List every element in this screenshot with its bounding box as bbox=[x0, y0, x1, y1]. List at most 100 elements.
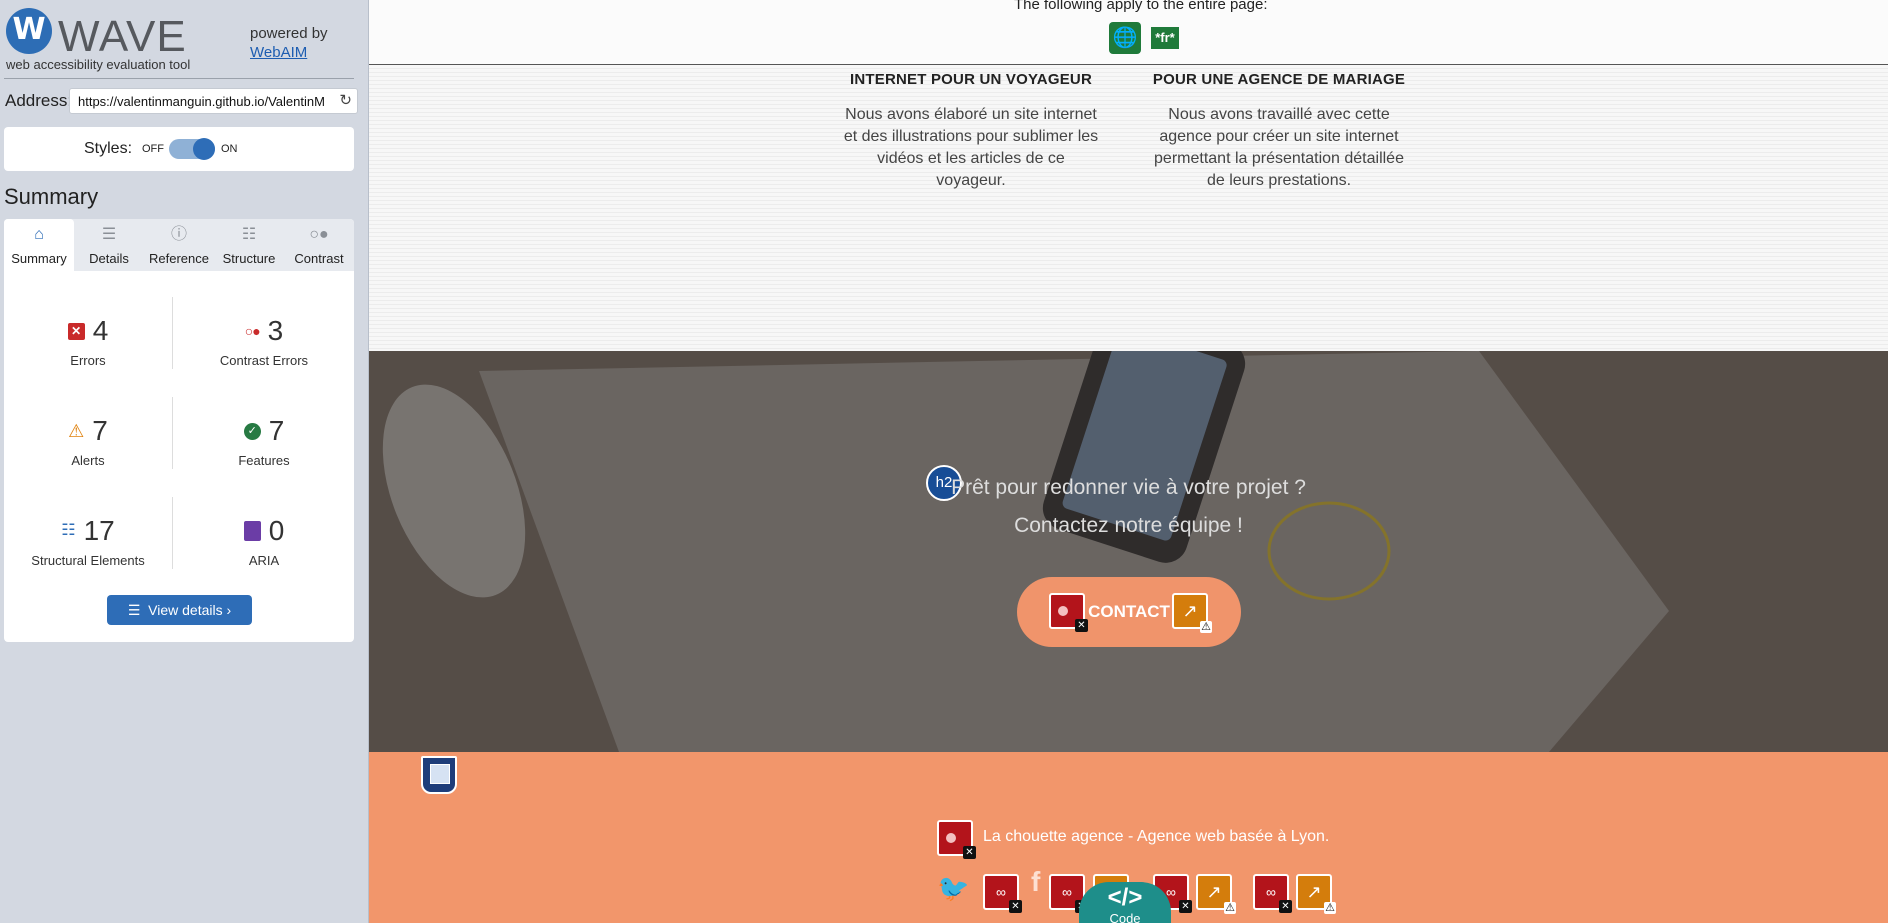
tab-label: Structure bbox=[222, 251, 276, 266]
view-details-label: View details › bbox=[148, 602, 232, 618]
tab-contrast[interactable]: ○● Contrast bbox=[284, 219, 354, 271]
powered-by: powered by WebAIM bbox=[250, 24, 328, 62]
address-input[interactable]: https://valentinmanguin.github.io/Valent… bbox=[69, 88, 358, 114]
wave-alert-icon[interactable]: ↗ ⚠ bbox=[1296, 874, 1336, 914]
error-icon: ✕ bbox=[67, 322, 85, 340]
error-mark-icon: ✕ bbox=[963, 846, 976, 859]
summary-panel: ⌂ Summary ☰ Details ⓘ Reference ☷ Struct… bbox=[4, 219, 354, 642]
warning-mark-icon: ⚠ bbox=[1324, 902, 1336, 914]
list-icon: ☰ bbox=[127, 602, 149, 618]
stat-features[interactable]: ✓ 7 Features bbox=[182, 415, 346, 481]
styles-toggle[interactable] bbox=[169, 138, 215, 160]
service-card: POUR UNE AGENCE DE MARIAGE Nous avons tr… bbox=[1150, 71, 1408, 192]
errors-label: Errors bbox=[70, 353, 106, 368]
error-mark-icon: ✕ bbox=[1279, 900, 1292, 913]
hierarchy-icon: ☷ bbox=[241, 226, 257, 243]
wave-error-icon[interactable]: ✕ bbox=[937, 820, 976, 859]
webaim-link[interactable]: WebAIM bbox=[250, 43, 328, 62]
address-label: Address: bbox=[5, 91, 73, 110]
service-text: Nous avons travaillé avec cette agence p… bbox=[1154, 106, 1404, 189]
contrast-error-icon: ○● bbox=[244, 323, 261, 339]
list-icon: ☰ bbox=[101, 226, 117, 243]
features-count: 7 bbox=[268, 415, 285, 446]
divider bbox=[4, 78, 354, 79]
service-card: INTERNET POUR UN VOYAGEUR Nous avons éla… bbox=[842, 71, 1100, 192]
view-details-button[interactable]: ☰ View details › bbox=[107, 595, 252, 625]
alerts-label: Alerts bbox=[71, 453, 105, 468]
powered-by-label: powered by bbox=[250, 25, 328, 42]
feature-icon: ✓ bbox=[243, 422, 261, 440]
structure-icon: ☷ bbox=[61, 522, 76, 539]
wave-logo-word: WAVE bbox=[58, 12, 187, 61]
stat-aria[interactable]: 0 ARIA bbox=[182, 515, 346, 581]
tab-label: Contrast bbox=[294, 251, 344, 266]
alerts-count: 7 bbox=[92, 415, 108, 446]
hero-line-2: Contactez notre équipe ! bbox=[1014, 514, 1243, 537]
styles-label: Styles: bbox=[84, 140, 133, 157]
page-level-notice: The following apply to the entire page: bbox=[1014, 0, 1268, 13]
language-badge[interactable]: *fr* bbox=[1151, 27, 1179, 49]
facebook-icon[interactable]: f bbox=[1031, 866, 1040, 898]
tab-details[interactable]: ☰ Details bbox=[74, 219, 144, 271]
footer-tagline: La chouette agence - Agence web basée à … bbox=[983, 828, 1330, 845]
service-title: INTERNET POUR UN VOYAGEUR bbox=[850, 71, 1092, 88]
hero-heading: Prêt pour redonner vie à votre projet ? … bbox=[369, 469, 1888, 545]
stat-alerts[interactable]: ⚠ 7 Alerts bbox=[6, 415, 170, 481]
wave-tagline: web accessibility evaluation tool bbox=[6, 57, 191, 72]
tab-label: Details bbox=[89, 251, 129, 266]
error-mark-icon: ✕ bbox=[1075, 619, 1088, 632]
warning-mark-icon: ⚠ bbox=[1200, 621, 1212, 633]
home-icon: ⌂ bbox=[34, 226, 44, 243]
wave-sidebar: W WAVE web accessibility evaluation tool… bbox=[0, 0, 369, 923]
styles-off-label: OFF bbox=[142, 143, 164, 155]
wave-alert-icon[interactable]: ↗ ⚠ bbox=[1172, 593, 1212, 633]
reload-icon[interactable]: ↻ bbox=[339, 93, 352, 109]
hero-line-1: Prêt pour redonner vie à votre projet ? bbox=[951, 476, 1306, 499]
twitter-icon[interactable]: 🐦 bbox=[937, 873, 969, 904]
structural-count: 17 bbox=[83, 515, 115, 546]
errors-count: 4 bbox=[92, 315, 109, 346]
service-title: POUR UNE AGENCE DE MARIAGE bbox=[1152, 71, 1406, 88]
features-label: Features bbox=[238, 453, 290, 468]
page-level-icons-bar: The following apply to the entire page: … bbox=[369, 0, 1888, 65]
contrast-icon: ○● bbox=[309, 226, 329, 243]
info-icon: ⓘ bbox=[170, 226, 187, 243]
aria-label: ARIA bbox=[248, 553, 280, 568]
wave-logo: W WAVE web accessibility evaluation tool… bbox=[4, 6, 354, 74]
code-toggle-button[interactable]: </> Code bbox=[1079, 882, 1171, 923]
summary-heading: Summary bbox=[4, 184, 99, 209]
contrast-errors-label: Contrast Errors bbox=[219, 353, 309, 368]
aria-count: 0 bbox=[268, 515, 285, 546]
wave-logo-icon: W bbox=[6, 8, 52, 54]
divider bbox=[172, 497, 173, 569]
tab-structure[interactable]: ☷ Structure bbox=[214, 219, 284, 271]
hero-background-image bbox=[369, 351, 1888, 752]
code-icon: </> bbox=[1107, 884, 1143, 911]
tab-summary[interactable]: ⌂ Summary bbox=[4, 219, 74, 271]
code-label: Code bbox=[1109, 911, 1141, 923]
panel-tabs: ⌂ Summary ☰ Details ⓘ Reference ☷ Struct… bbox=[4, 219, 354, 271]
styles-toggle-box: Styles: OFF ON bbox=[4, 127, 354, 171]
wave-alert-icon[interactable]: ↗ ⚠ bbox=[1196, 874, 1236, 914]
contact-hero: h2 Prêt pour redonner vie à votre projet… bbox=[369, 351, 1888, 752]
services-section: INTERNET POUR UN VOYAGEUR Nous avons éla… bbox=[369, 65, 1888, 351]
wave-empty-link-icon[interactable]: ∞ ✕ bbox=[1253, 874, 1292, 913]
evaluated-page: The following apply to the entire page: … bbox=[369, 0, 1888, 923]
warning-mark-icon: ⚠ bbox=[1224, 902, 1236, 914]
service-text: Nous avons élaboré un site internet et d… bbox=[843, 106, 1099, 189]
tab-reference[interactable]: ⓘ Reference bbox=[144, 219, 214, 271]
address-value: https://valentinmanguin.github.io/Valent… bbox=[78, 94, 325, 109]
wave-error-icon[interactable]: ✕ bbox=[1049, 593, 1088, 632]
styles-on-label: ON bbox=[221, 143, 238, 155]
tab-label: Summary bbox=[11, 251, 67, 266]
landmark-footer-icon[interactable] bbox=[421, 756, 457, 794]
stat-structural[interactable]: ☷ 17 Structural Elements bbox=[6, 515, 170, 581]
stat-errors[interactable]: ✕ 4 Errors bbox=[6, 315, 170, 381]
toggle-knob bbox=[193, 138, 215, 160]
wave-empty-link-icon[interactable]: ∞ ✕ bbox=[983, 874, 1022, 913]
language-globe-icon[interactable]: 🌐 bbox=[1109, 22, 1141, 54]
contrast-errors-count: 3 bbox=[267, 315, 284, 346]
page-footer: ✕ La chouette agence - Agence web basée … bbox=[369, 752, 1888, 923]
divider bbox=[172, 297, 173, 369]
stat-contrast-errors[interactable]: ○● 3 Contrast Errors bbox=[182, 315, 346, 381]
